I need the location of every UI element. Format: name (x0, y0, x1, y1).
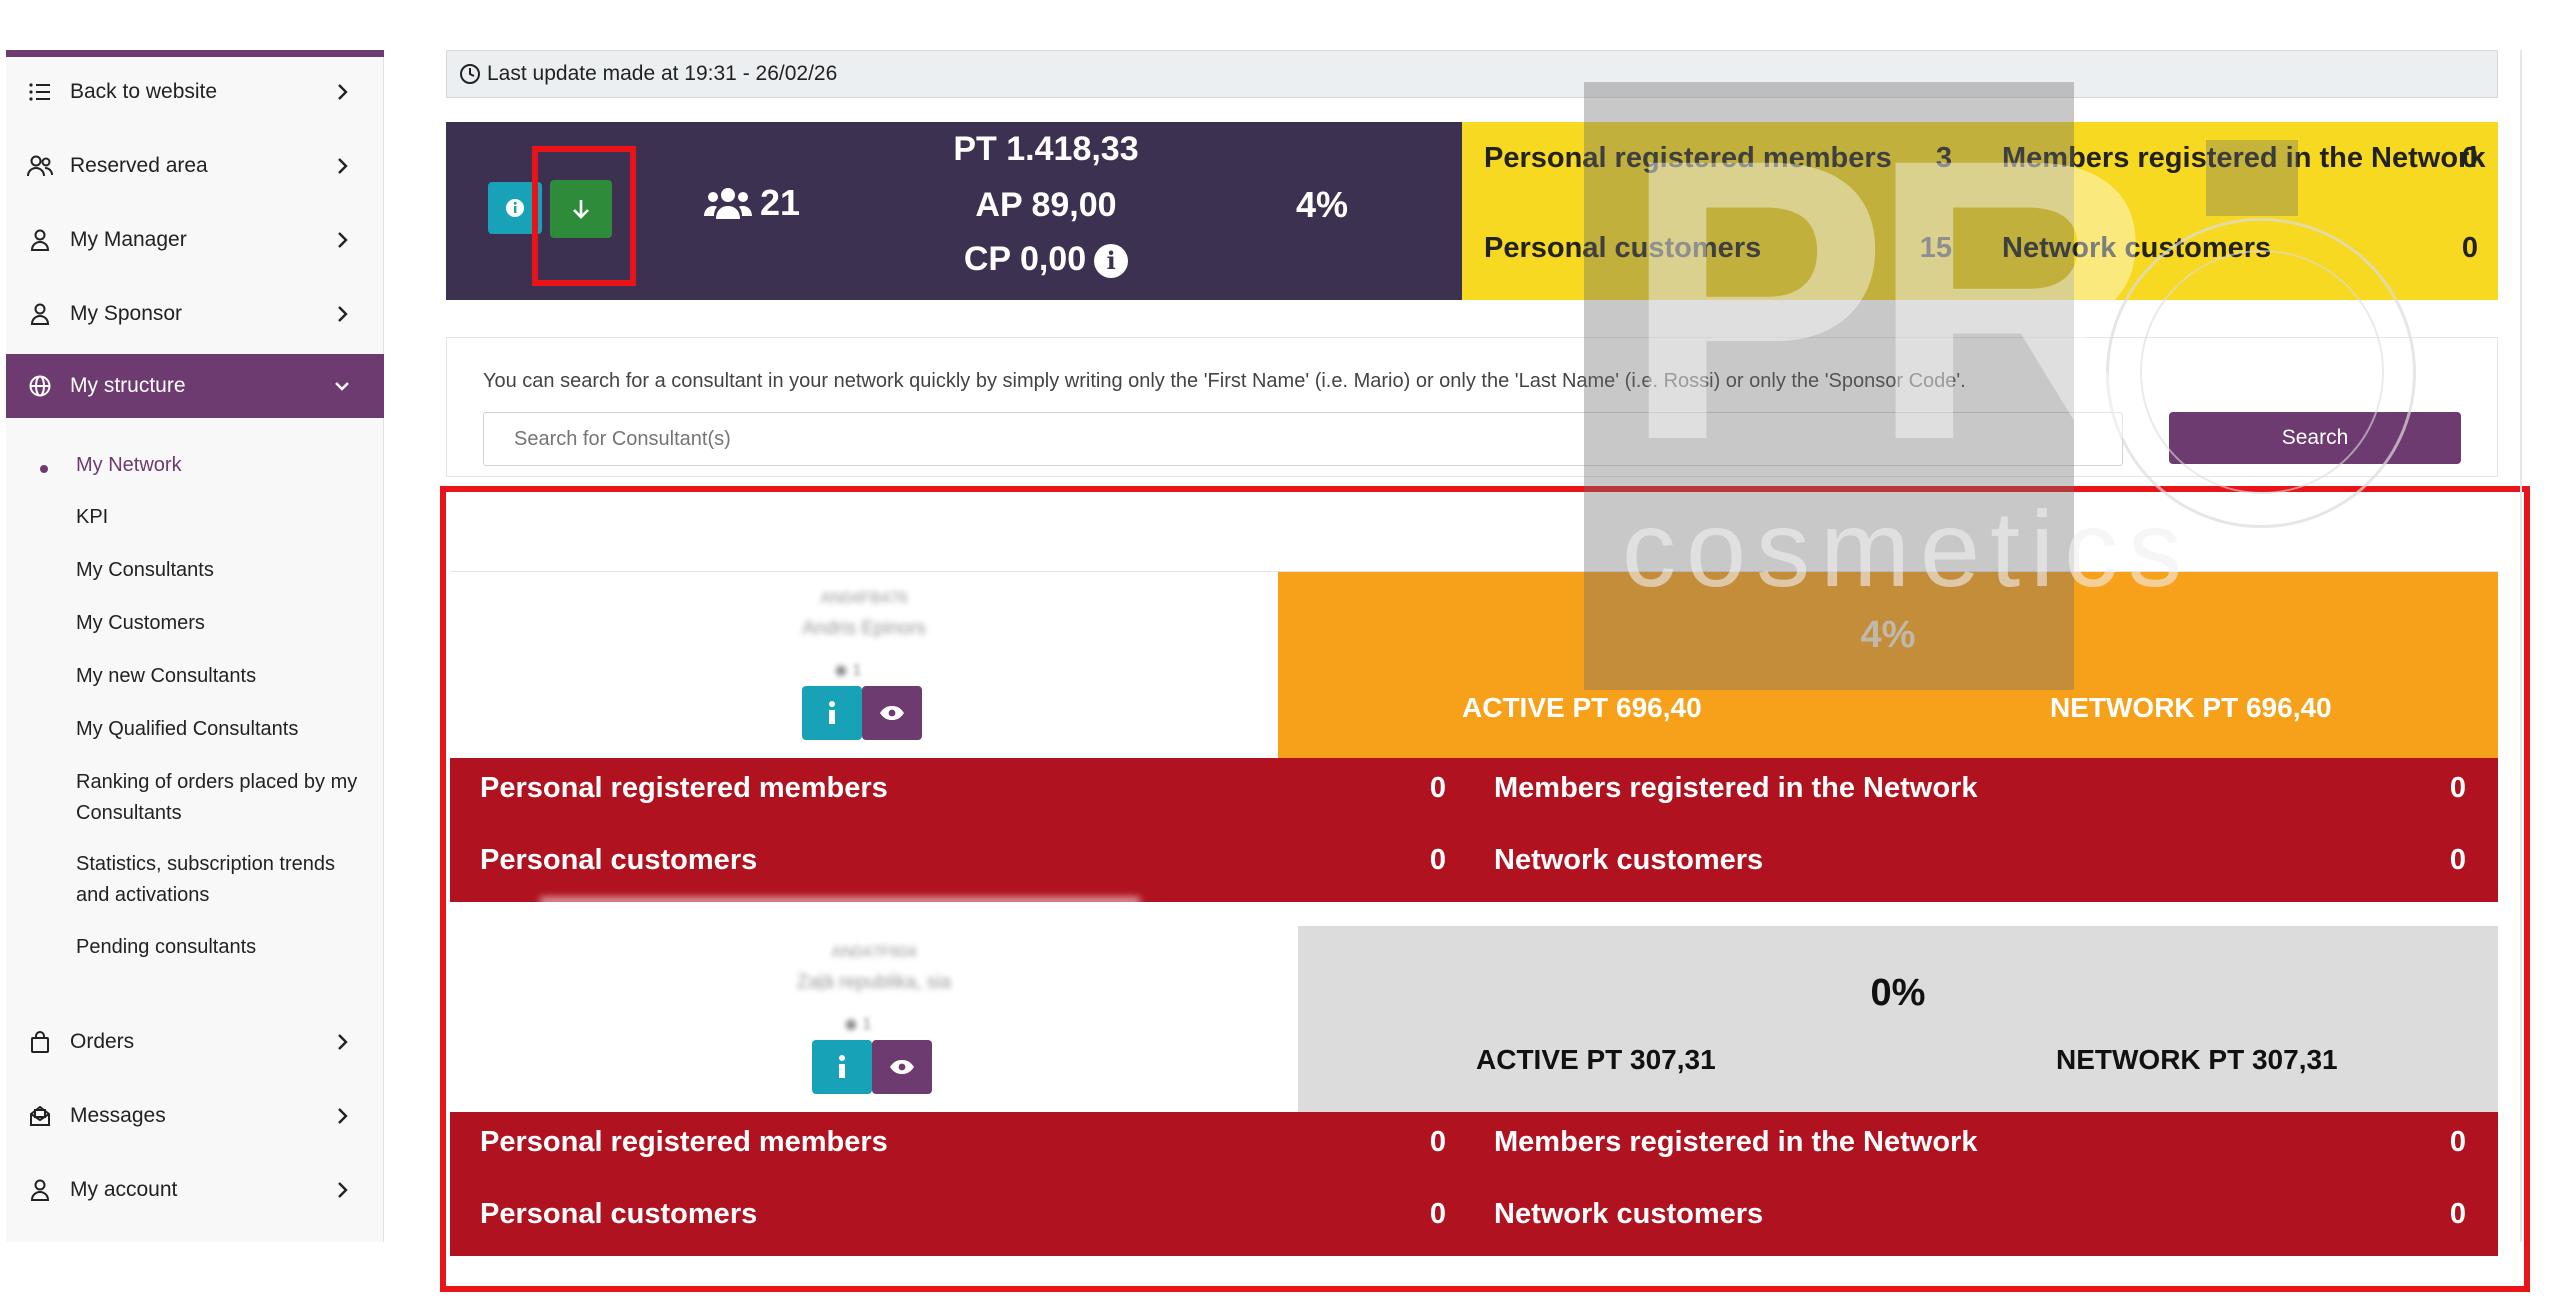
chevron-right-icon (338, 84, 348, 100)
last-update-text: Last update made at 19:31 - 26/02/26 (487, 62, 838, 85)
submenu-pending-consultants[interactable]: Pending consultants (76, 932, 376, 963)
cp-info-icon[interactable]: i (1094, 244, 1129, 279)
sidebar-item-messages[interactable]: Messages (6, 1084, 384, 1148)
ap-value: AP 89,00 (975, 186, 1117, 224)
submenu-statistics-line2[interactable]: and activations (76, 880, 376, 911)
submenu-my-customers[interactable]: My Customers (76, 608, 376, 639)
sidebar-item-label: My Sponsor (70, 302, 183, 325)
sidebar-item-my-manager[interactable]: My Manager (6, 208, 384, 272)
chevron-right-icon (338, 306, 348, 322)
scrollbar-track[interactable] (2520, 50, 2522, 1242)
chevron-right-icon (338, 1108, 348, 1124)
current-item-dot (40, 465, 48, 473)
sidebar-item-label: My account (70, 1178, 178, 1201)
watermark-bottle-cap (2206, 140, 2298, 216)
sidebar-item-label: Orders (70, 1030, 135, 1053)
watermark-ring-inner (2140, 250, 2384, 494)
chevron-right-icon (338, 232, 348, 248)
info-icon (506, 199, 524, 217)
submenu-my-new-consultants[interactable]: My new Consultants (76, 661, 376, 692)
clock-icon (460, 64, 480, 84)
sidebar-item-my-sponsor[interactable]: My Sponsor (6, 282, 384, 346)
chevron-down-icon (335, 382, 349, 391)
sidebar-item-label: Reserved area (70, 154, 208, 177)
submenu-ranking-of-orders[interactable]: Ranking of orders placed by my (76, 767, 376, 798)
submenu-kpi[interactable]: KPI (76, 502, 376, 533)
network-size-value: 21 (760, 182, 801, 223)
sidebar: Back to website Reserved area My Manager… (6, 50, 384, 1242)
sidebar-item-label: My Manager (70, 228, 187, 251)
network-size: 21 (704, 182, 800, 224)
page-root: Back to website Reserved area My Manager… (0, 0, 2560, 1296)
cp-value: CP 0,00 (963, 240, 1087, 278)
chevron-right-icon (338, 1034, 348, 1050)
network-customers-value: 0 (2461, 232, 2478, 264)
group-icon (704, 188, 752, 219)
network-registered-value: 0 (2461, 142, 2478, 174)
sidebar-accent-bar (6, 50, 384, 57)
submenu-my-network[interactable]: My Network (76, 450, 376, 481)
bag-icon (26, 1028, 54, 1056)
summary-percent: 4% (1296, 184, 1349, 225)
sidebar-item-my-structure[interactable]: My structure (6, 354, 384, 418)
users-icon (26, 152, 54, 180)
globe-icon (26, 372, 54, 400)
highlight-results-frame (440, 486, 2530, 1292)
list-icon (26, 78, 54, 106)
last-update-bar: Last update made at 19:31 - 26/02/26 (446, 50, 2498, 98)
sidebar-item-reserved-area[interactable]: Reserved area (6, 134, 384, 198)
highlight-download-frame (532, 146, 636, 286)
sidebar-item-label: Back to website (70, 80, 218, 103)
submenu-ranking-of-orders-line2[interactable]: Consultants (76, 798, 376, 829)
sidebar-item-label: Messages (70, 1104, 166, 1127)
chevron-right-icon (338, 1182, 348, 1198)
sidebar-item-label: My structure (70, 374, 186, 397)
chevron-right-icon (338, 158, 348, 174)
user-icon (26, 1176, 54, 1204)
cp-row: CP 0,00 i (926, 240, 1166, 279)
sidebar-item-my-account[interactable]: My account (6, 1158, 384, 1222)
submenu-my-qualified-consultants[interactable]: My Qualified Consultants (76, 714, 376, 745)
envelope-icon (26, 1102, 54, 1130)
sidebar-item-back-to-website[interactable]: Back to website (6, 60, 384, 124)
pt-value: PT 1.418,33 (953, 130, 1139, 168)
watermark-logo-text: PR (1622, 76, 2158, 523)
user-icon (26, 226, 54, 254)
submenu-my-consultants[interactable]: My Consultants (76, 555, 376, 586)
watermark-tagline: cosmetics (1622, 488, 2193, 609)
submenu-statistics[interactable]: Statistics, subscription trends (76, 849, 376, 880)
sidebar-item-orders[interactable]: Orders (6, 1010, 384, 1074)
user-icon (26, 300, 54, 328)
